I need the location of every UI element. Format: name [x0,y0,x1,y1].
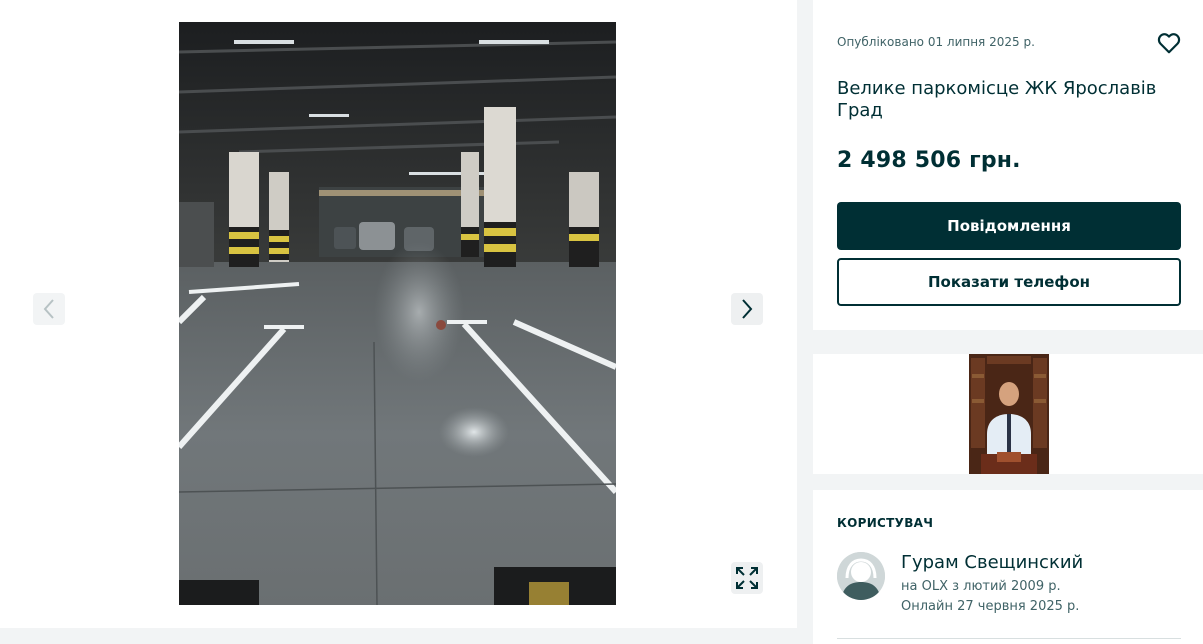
listing-photo[interactable] [179,22,616,605]
heart-icon [1157,33,1181,54]
parking-garage-image [179,22,616,605]
ad-portrait-image [969,354,1049,474]
user-avatar-icon [837,552,885,600]
show-phone-button[interactable]: Показати телефон [837,258,1181,306]
expand-icon [736,567,758,589]
ad-image[interactable] [969,354,1049,474]
ad-banner[interactable] [813,354,1203,474]
seller-last-online: Онлайн 27 червня 2025 р. [901,599,1080,614]
seller-member-since: на OLX з лютий 2009 р. [901,579,1061,594]
message-button[interactable]: Повідомлення [837,202,1181,250]
photo-gallery [0,0,797,628]
favorite-button[interactable] [1156,30,1182,56]
listing-summary-card: Опубліковано 01 липня 2025 р. Велике пар… [813,0,1203,330]
posted-date: Опубліковано 01 липня 2025 р. [837,35,1035,49]
chevron-left-icon [43,299,54,319]
seller-name[interactable]: Гурам Свещинский [901,552,1083,573]
seller-heading: КОРИСТУВАЧ [837,516,934,530]
seller-avatar[interactable] [837,552,885,600]
seller-card: КОРИСТУВАЧ Гурам Свещинский на OLX з лют… [813,490,1203,644]
next-photo-button[interactable] [731,293,763,325]
divider [837,638,1181,639]
listing-price: 2 498 506 грн. [837,148,1021,173]
chevron-right-icon [742,299,753,319]
listing-title: Велике паркомісце ЖК Ярославів Град [837,78,1157,121]
previous-photo-button[interactable] [33,293,65,325]
fullscreen-button[interactable] [731,562,763,594]
